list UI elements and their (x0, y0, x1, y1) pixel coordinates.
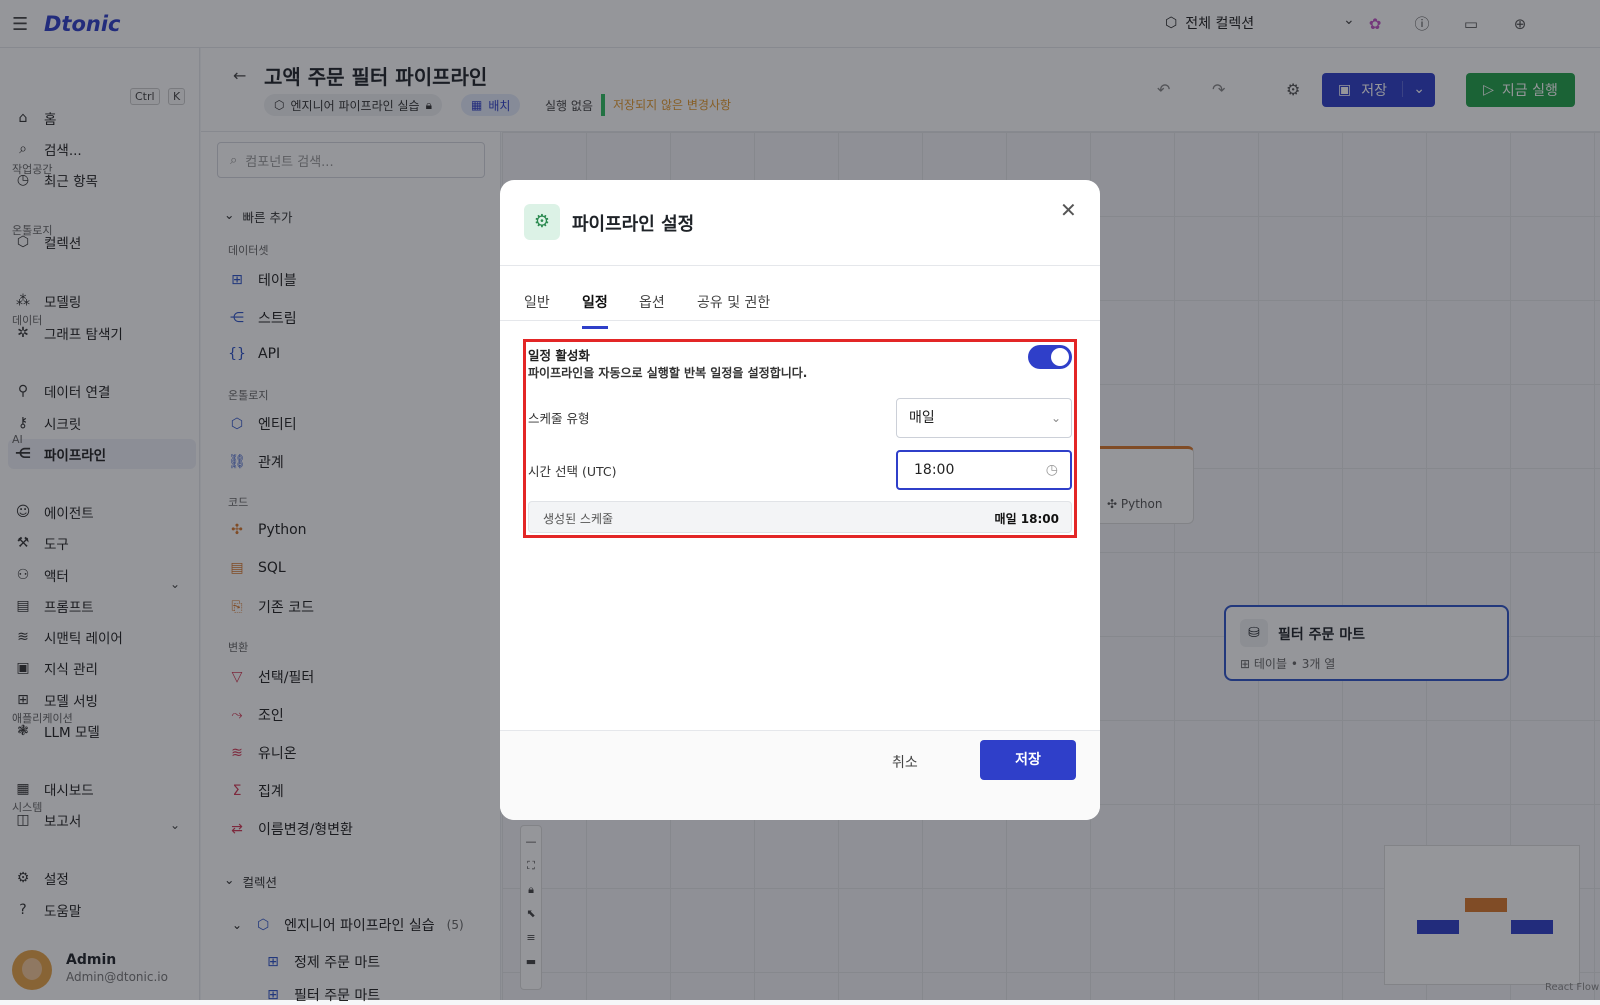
generated-schedule-label: 생성된 스케줄 (543, 512, 614, 526)
divider (500, 320, 1100, 321)
schedule-type-label: 스케줄 유형 (528, 411, 590, 426)
schedule-toggle[interactable] (1028, 345, 1072, 369)
chevron-down-icon: ⌄ (1050, 411, 1061, 425)
tab-schedule[interactable]: 일정 (582, 292, 608, 329)
generated-schedule-value: 매일 18:00 (994, 512, 1059, 526)
close-icon[interactable]: ✕ (1060, 198, 1077, 222)
time-label: 시간 선택 (UTC) (528, 464, 617, 479)
schedule-enable-title: 일정 활성화 (528, 348, 590, 363)
cancel-button[interactable]: 취소 (892, 752, 918, 772)
time-input[interactable]: 18:00 ◷ (896, 450, 1072, 490)
schedule-enable-description: 파이프라인을 자동으로 실행할 반복 일정을 설정합니다. (528, 366, 808, 380)
clock-icon[interactable]: ◷ (1046, 452, 1058, 488)
modal-save-button[interactable]: 저장 (980, 740, 1076, 780)
modal-title: 파이프라인 설정 (572, 214, 695, 235)
gear-icon: ⚙ (524, 204, 560, 240)
schedule-type-select[interactable]: 매일 ⌄ (896, 398, 1072, 438)
generated-schedule-box: 생성된 스케줄 매일 18:00 (528, 501, 1072, 533)
divider (500, 265, 1100, 266)
pipeline-settings-modal: ⚙ 파이프라인 설정 ✕ 일반 일정 옵션 공유 및 권한 일정 활성화 파이프… (500, 180, 1100, 820)
